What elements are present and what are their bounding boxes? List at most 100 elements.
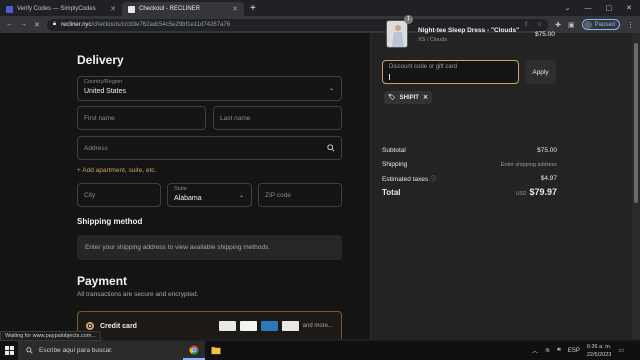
close-window-icon[interactable]: ✕ [626, 4, 632, 12]
total-label: Total [382, 187, 401, 197]
taxes-row: Estimated taxes ⓘ $4.97 [382, 174, 557, 183]
tab-simplycodes[interactable]: Verify Codes — SimplyCodes ✕ [0, 2, 122, 16]
shipping-methods-notice: Enter your shipping address to view avai… [77, 235, 342, 260]
back-icon[interactable]: ← [6, 21, 13, 28]
dress-image-icon [387, 21, 407, 47]
chevron-up-icon[interactable]: ︿ [532, 346, 538, 355]
window-controls: ⌄ — ▢ ✕ [565, 0, 640, 16]
card-logos: and more... [218, 321, 333, 331]
country-select[interactable]: Country/Region United States ⌄ [77, 76, 342, 101]
menu-dots-icon[interactable]: ⋮ [627, 21, 634, 29]
credit-card-option[interactable]: Credit card and more... [77, 311, 342, 339]
system-tray: ︿ ≋ 🔊︎ ESP 6:26 a. m. 22/5/2023 ▭ [532, 343, 640, 359]
delivery-heading: Delivery [77, 53, 124, 67]
total-value: $79.97 [529, 187, 557, 197]
radio-selected-icon[interactable] [86, 322, 94, 330]
browser-tab-strip: Verify Codes — SimplyCodes ✕ Checkout - … [0, 0, 640, 16]
product-image [386, 20, 408, 48]
zip-placeholder: ZIP code [265, 191, 291, 199]
language-indicator[interactable]: ESP [568, 348, 580, 354]
file-explorer-taskbar-icon[interactable] [205, 341, 227, 360]
bookmark-star-icon[interactable]: ☆ [537, 21, 542, 28]
visa-card-icon [218, 321, 236, 331]
extensions-icon[interactable]: ✚ [555, 21, 561, 29]
maximize-icon[interactable]: ▢ [606, 4, 613, 12]
applied-discount-chip: 🏷︎ SHIPIT ✕ [384, 91, 432, 104]
discount-placeholder: Discount code or gift card [389, 64, 458, 70]
taskbar-search-placeholder: Escribe aquí para buscar. [39, 347, 113, 354]
shipping-row: Shipping Enter shipping address [382, 161, 557, 168]
notifications-icon[interactable]: ▭ [618, 347, 624, 354]
windows-start-icon[interactable] [0, 346, 18, 355]
avatar [583, 20, 592, 29]
tag-icon: 🏷︎ [388, 95, 396, 101]
taskbar-search-input[interactable]: Escribe aquí para buscar. [18, 341, 183, 360]
sidebar-icon[interactable]: ▣ [568, 21, 575, 29]
chrome-taskbar-icon[interactable] [183, 341, 205, 360]
lock-icon[interactable]: 🔒︎ [53, 21, 56, 28]
share-icon[interactable]: ⇪ [524, 21, 529, 28]
shipping-value: Enter shipping address [500, 161, 557, 168]
wifi-icon[interactable]: ≋ [545, 347, 550, 354]
minimize-icon[interactable]: — [585, 5, 592, 12]
more-cards-label: and more... [302, 323, 333, 329]
state-label: State [174, 186, 187, 192]
country-value: United States [84, 88, 127, 95]
clock[interactable]: 6:26 a. m. 22/5/2023 [587, 343, 611, 359]
scrollbar-thumb[interactable] [634, 43, 638, 203]
product-variant: XS / Clouds [418, 37, 448, 43]
country-label: Country/Region [84, 79, 123, 85]
address-field[interactable]: Address [77, 136, 342, 160]
clock-time: 6:26 a. m. [586, 343, 612, 350]
search-icon [26, 347, 33, 354]
chevron-down-icon[interactable]: ⌄ [565, 4, 571, 12]
close-tab-icon[interactable]: ✕ [232, 5, 238, 13]
apply-button[interactable]: Apply [525, 60, 556, 84]
simplycodes-favicon-icon [6, 5, 13, 13]
clock-date: 22/5/2023 [586, 351, 612, 358]
taxes-label: Estimated taxes [382, 176, 429, 183]
state-value: Alabama [174, 195, 202, 202]
page-scrollbar[interactable] [632, 33, 640, 339]
discover-card-icon [281, 321, 299, 331]
windows-taskbar: Escribe aquí para buscar. ︿ ≋ 🔊︎ ESP 6:2… [0, 341, 640, 360]
payment-heading: Payment [77, 274, 128, 288]
last-name-field[interactable]: Last name [213, 106, 342, 130]
city-field[interactable]: City [77, 183, 161, 207]
credit-card-label: Credit card [100, 322, 137, 330]
quantity-badge: 1 [404, 15, 413, 24]
chevron-down-icon: ⌄ [328, 86, 334, 92]
total-currency: USD [515, 191, 527, 197]
volume-icon[interactable]: 🔊︎ [557, 347, 561, 354]
checkout-form: Delivery Country/Region United States ⌄ … [0, 33, 370, 339]
info-icon[interactable]: ⓘ [430, 177, 436, 183]
shipping-label: Shipping [382, 161, 408, 168]
browser-status-text: Waiting for www.paypalobjects.com... [0, 331, 101, 341]
shipping-method-heading: Shipping method [77, 217, 143, 226]
tab-checkout[interactable]: Checkout - RECLINER ✕ [122, 2, 244, 16]
amex-card-icon [260, 321, 278, 331]
taxes-value: $4.97 [540, 175, 557, 182]
subtotal-row: Subtotal $75.00 [382, 147, 557, 154]
chevron-down-icon: ⌄ [238, 193, 244, 199]
new-tab-button[interactable]: + [244, 2, 262, 16]
subtotal-label: Subtotal [382, 147, 406, 154]
total-row: Total USD $79.97 [382, 187, 557, 197]
product-name: Night-tee Sleep Dress - "Clouds" [418, 27, 520, 34]
first-name-placeholder: First name [84, 114, 115, 122]
tab-title: Verify Codes — SimplyCodes [17, 6, 96, 12]
remove-discount-icon[interactable]: ✕ [423, 94, 428, 101]
discount-code: SHIPIT [399, 94, 419, 101]
zip-field[interactable]: ZIP code [258, 183, 342, 207]
close-tab-icon[interactable]: ✕ [110, 5, 116, 13]
profile-paused-button[interactable]: Paused [581, 19, 620, 30]
subtotal-value: $75.00 [537, 147, 557, 154]
state-select[interactable]: State Alabama ⌄ [167, 183, 252, 207]
stop-loading-icon[interactable]: ✕ [34, 21, 40, 29]
first-name-field[interactable]: First name [77, 106, 206, 130]
address-placeholder: Address [84, 144, 108, 152]
product-price: $75.00 [535, 31, 555, 38]
forward-icon[interactable]: → [20, 21, 27, 28]
discount-code-input[interactable]: Discount code or gift card [382, 60, 519, 84]
add-apartment-link[interactable]: + Add apartment, suite, etc. [77, 167, 156, 174]
